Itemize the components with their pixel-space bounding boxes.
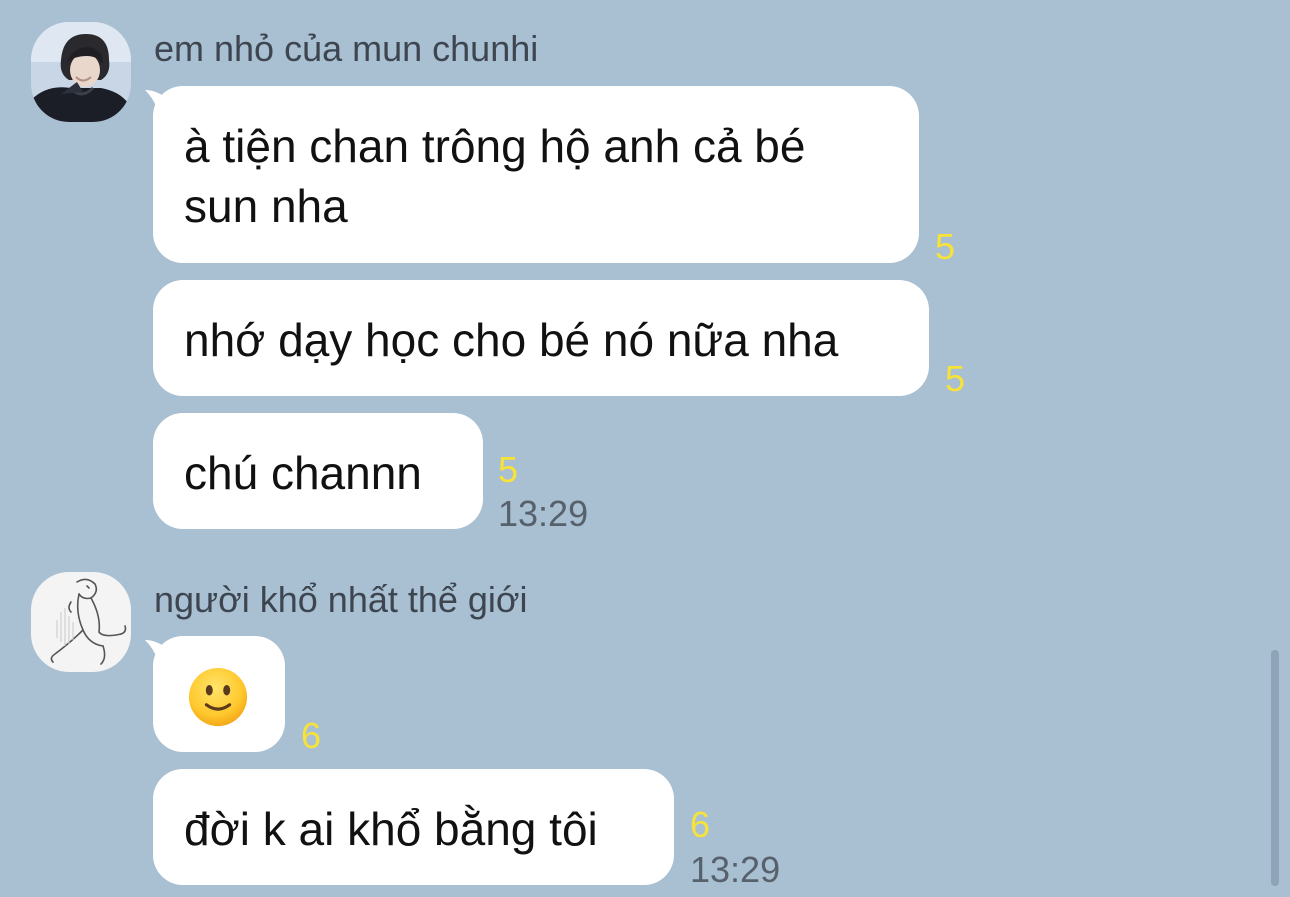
read-count: 5	[935, 226, 956, 267]
chat-area[interactable]: em nhỏ của mun chunhi à tiện chan trông …	[0, 0, 1290, 897]
profile-photo-icon	[31, 22, 131, 122]
scrollbar[interactable]	[1271, 650, 1279, 886]
message-timestamp: 13:29	[498, 493, 589, 534]
message-timestamp: 13:29	[690, 849, 781, 890]
message-text: nhớ dạy học cho bé nó nữa nha	[184, 314, 839, 366]
avatar[interactable]	[31, 572, 131, 672]
read-count: 5	[945, 358, 966, 399]
message-text: chú channn	[184, 447, 422, 499]
avatar[interactable]	[31, 22, 131, 122]
read-count: 5	[498, 449, 519, 490]
message-bubble[interactable]: đời k ai khổ bằng tôi	[153, 769, 674, 885]
message-bubble[interactable]: à tiện chan trông hộ anh cả bé sun nha	[153, 86, 919, 263]
message-bubble[interactable]	[153, 636, 285, 752]
message-text: đời k ai khổ bằng tôi	[184, 803, 598, 855]
sketch-drawing-icon	[31, 572, 131, 672]
read-count: 6	[301, 715, 322, 756]
message-text: à tiện chan trông hộ anh cả bé sun nha	[184, 120, 806, 232]
read-count: 6	[690, 804, 711, 845]
message-bubble[interactable]: chú channn	[153, 413, 483, 529]
message-bubble[interactable]: nhớ dạy học cho bé nó nữa nha	[153, 280, 929, 396]
slightly-smiling-face-icon	[188, 667, 248, 727]
sender-name: người khổ nhất thể giới	[154, 579, 528, 620]
sender-name: em nhỏ của mun chunhi	[154, 28, 539, 69]
